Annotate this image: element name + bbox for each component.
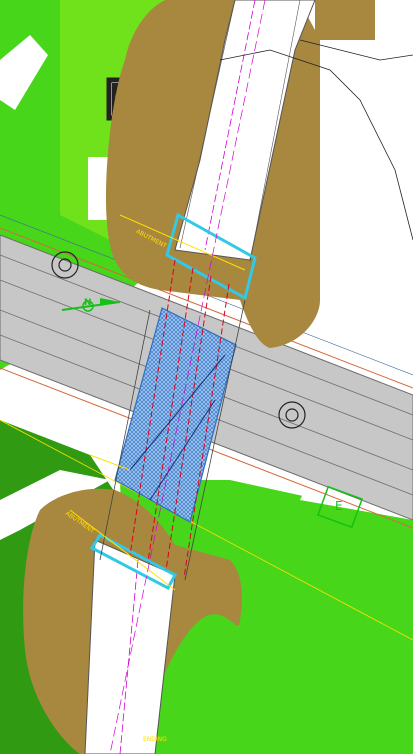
chainage-box-label: E — [335, 499, 343, 513]
north-arrow-label: N — [84, 298, 92, 308]
bridge-plan-drawing — [0, 0, 413, 754]
tan-area-upper-right — [315, 0, 375, 40]
ending-label-bottom: ENDING — [143, 736, 167, 743]
cad-drawing-canvas: N E ABUTMENT ABUTMENT ENDING — [0, 0, 413, 754]
